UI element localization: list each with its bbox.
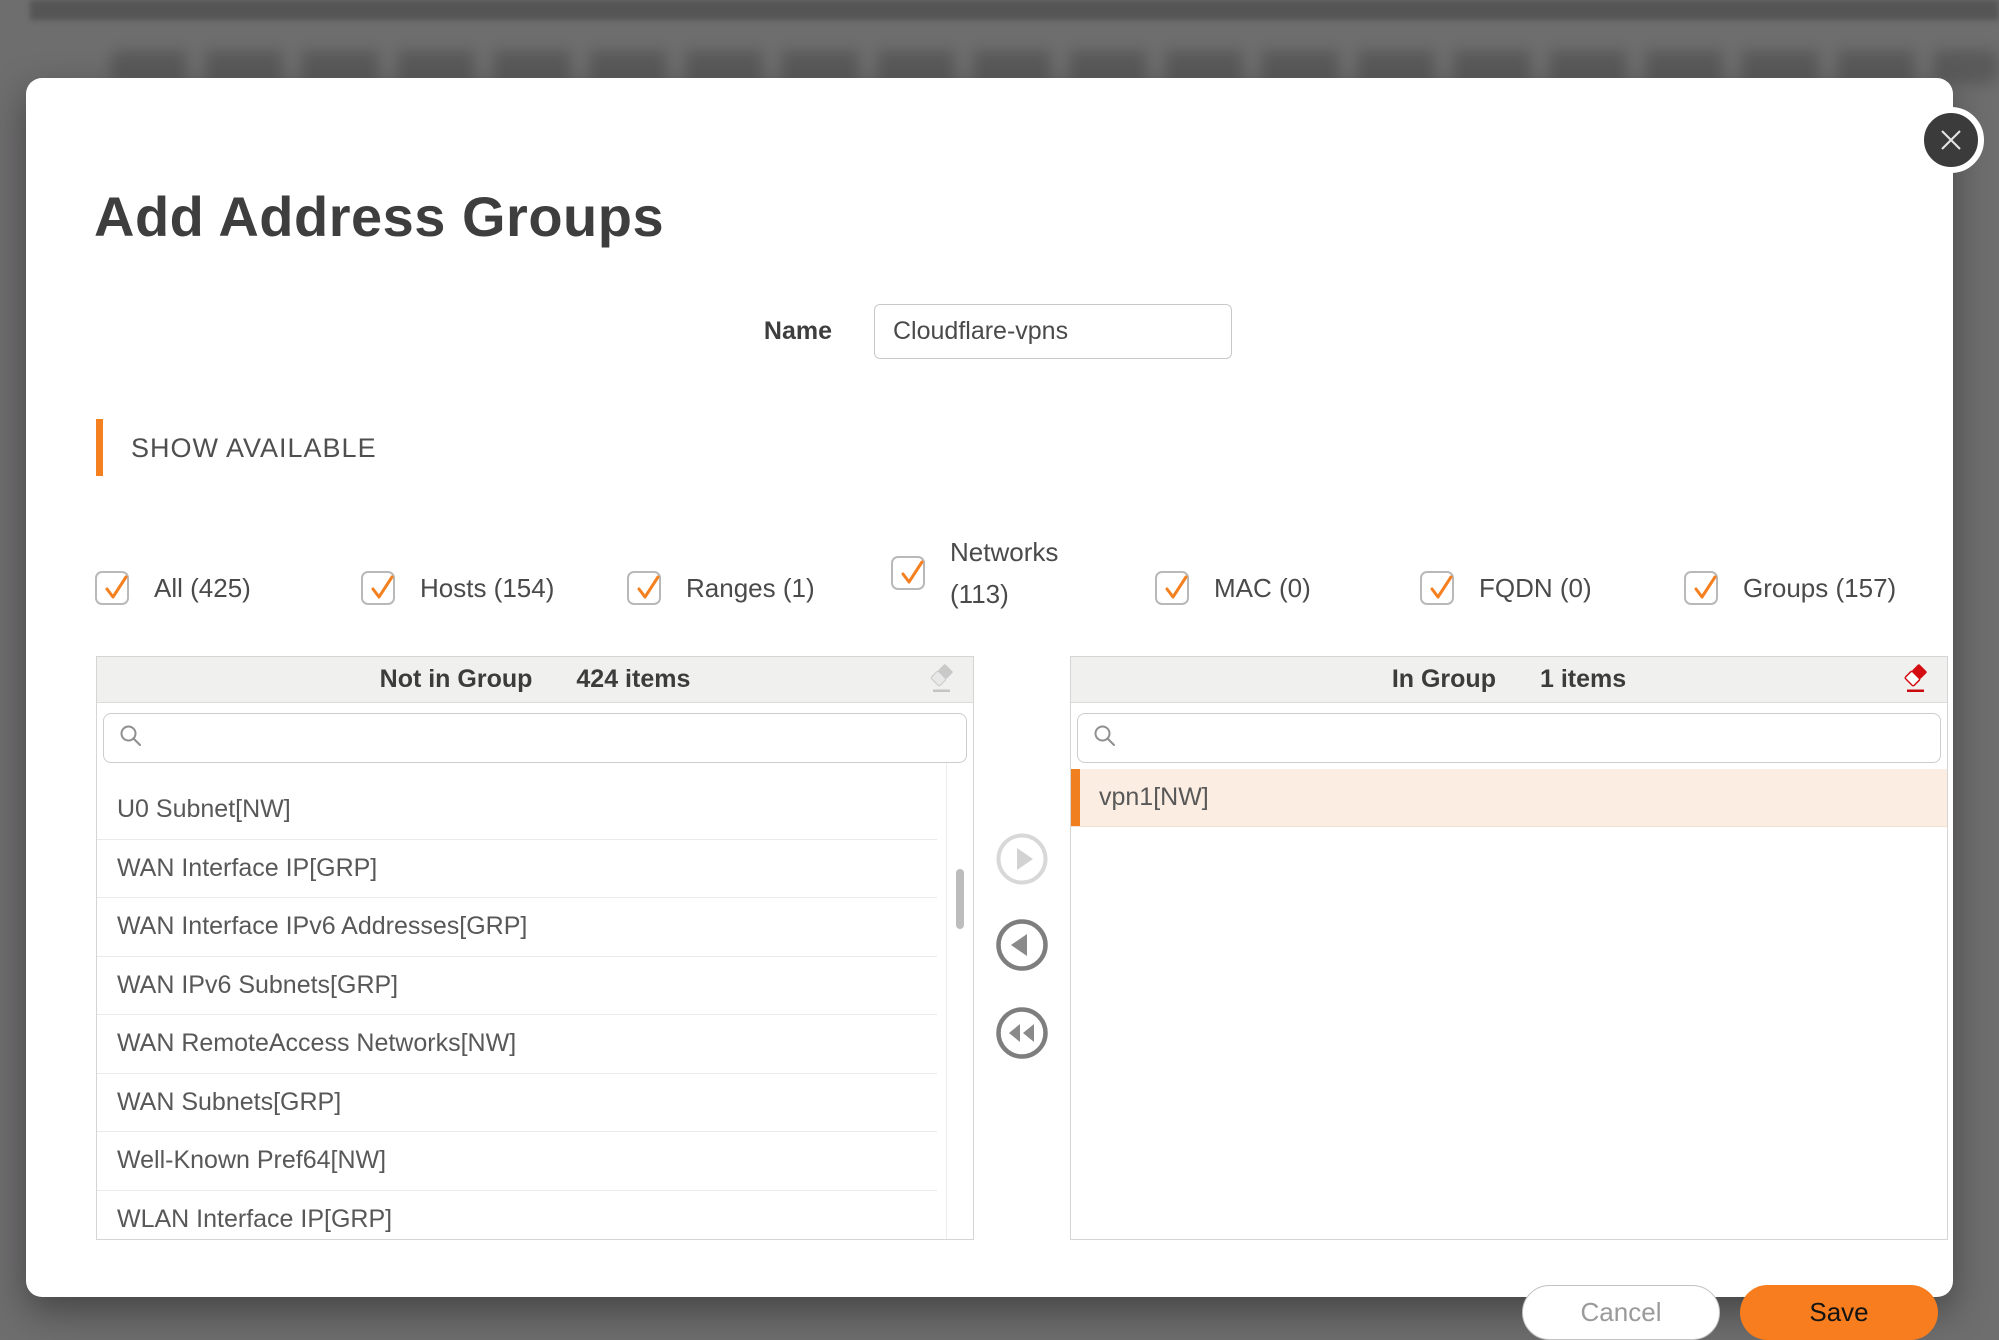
checkbox-checked-icon[interactable]	[361, 571, 395, 605]
clear-all-eraser-icon[interactable]	[1901, 664, 1931, 694]
list-item-selected[interactable]: vpn1[NW]	[1071, 769, 1947, 827]
list-item[interactable]: WAN RemoteAccess Networks[NW]	[97, 1015, 937, 1074]
filter-groups[interactable]: Groups (157)	[1684, 571, 1896, 605]
not-in-group-header: Not in Group 424 items	[97, 657, 973, 703]
move-all-left-button[interactable]	[995, 1006, 1049, 1060]
section-accent-bar	[96, 419, 103, 476]
scrollbar-track	[946, 763, 947, 1239]
in-group-header: In Group 1 items	[1071, 657, 1947, 703]
filter-networks[interactable]: Networks (113)	[891, 531, 1074, 615]
filter-label: All (425)	[154, 573, 251, 604]
scrollbar-thumb[interactable]	[956, 869, 964, 929]
filter-hosts[interactable]: Hosts (154)	[361, 571, 554, 605]
panel-item-count: 1 items	[1540, 665, 1626, 694]
search-input[interactable]	[1128, 713, 1940, 763]
filter-all[interactable]: All (425)	[95, 571, 251, 605]
panel-item-count: 424 items	[576, 665, 690, 694]
in-group-list: vpn1[NW]	[1071, 769, 1947, 1239]
in-group-panel: In Group 1 items	[1070, 656, 1948, 1240]
save-button[interactable]: Save	[1740, 1285, 1938, 1340]
checkbox-checked-icon[interactable]	[1684, 571, 1718, 605]
filter-fqdn[interactable]: FQDN (0)	[1420, 571, 1592, 605]
list-item[interactable]: WAN IPv6 Subnets[GRP]	[97, 957, 937, 1016]
search-icon	[1092, 723, 1118, 754]
blurred-background-bar	[30, 0, 1999, 20]
checkbox-checked-icon[interactable]	[891, 556, 925, 590]
cancel-button[interactable]: Cancel	[1522, 1285, 1720, 1340]
panel-title: Not in Group	[380, 665, 533, 694]
list-item[interactable]: WAN Subnets[GRP]	[97, 1074, 937, 1133]
close-icon	[1937, 126, 1965, 154]
filter-label: Hosts (154)	[420, 573, 554, 604]
search-input[interactable]	[154, 713, 966, 763]
not-in-group-search[interactable]	[103, 713, 967, 763]
list-item[interactable]: WAN Interface IP[GRP]	[97, 840, 937, 899]
checkbox-checked-icon[interactable]	[95, 571, 129, 605]
in-group-search[interactable]	[1077, 713, 1941, 763]
checkbox-checked-icon[interactable]	[1155, 571, 1189, 605]
checkbox-checked-icon[interactable]	[627, 571, 661, 605]
panel-title: In Group	[1392, 665, 1496, 694]
filter-label: Networks (113)	[950, 531, 1074, 615]
checkbox-checked-icon[interactable]	[1420, 571, 1454, 605]
filter-mac[interactable]: MAC (0)	[1155, 571, 1311, 605]
name-label: Name	[626, 317, 832, 346]
not-in-group-panel: Not in Group 424 items	[96, 656, 974, 1240]
page-backdrop: Add Address Groups Name SHOW AVAILABLE A…	[0, 0, 1999, 1340]
filter-label: Groups (157)	[1743, 573, 1896, 604]
eraser-icon[interactable]	[927, 664, 957, 694]
list-item[interactable]: WLAN Interface IP[GRP]	[97, 1191, 937, 1240]
not-in-group-list: U0 Subnet[NW] WAN Interface IP[GRP] WAN …	[97, 781, 973, 1239]
move-left-button[interactable]	[995, 918, 1049, 972]
close-button[interactable]	[1918, 107, 1984, 173]
filter-label: FQDN (0)	[1479, 573, 1592, 604]
list-item[interactable]: WAN Interface IPv6 Addresses[GRP]	[97, 898, 937, 957]
move-right-button[interactable]	[995, 832, 1049, 886]
selected-accent-bar	[1071, 769, 1080, 826]
add-address-groups-dialog: Add Address Groups Name SHOW AVAILABLE A…	[26, 78, 1953, 1297]
list-item[interactable]: U0 Subnet[NW]	[97, 781, 937, 840]
search-icon	[118, 723, 144, 754]
filter-ranges[interactable]: Ranges (1)	[627, 571, 815, 605]
name-input[interactable]	[874, 304, 1232, 359]
filter-label: Ranges (1)	[686, 573, 815, 604]
dialog-title: Add Address Groups	[94, 184, 664, 249]
section-title: SHOW AVAILABLE	[131, 433, 377, 464]
list-item-label: vpn1[NW]	[1099, 783, 1209, 811]
list-item[interactable]: Well-Known Pref64[NW]	[97, 1132, 937, 1191]
filter-label: MAC (0)	[1214, 573, 1311, 604]
